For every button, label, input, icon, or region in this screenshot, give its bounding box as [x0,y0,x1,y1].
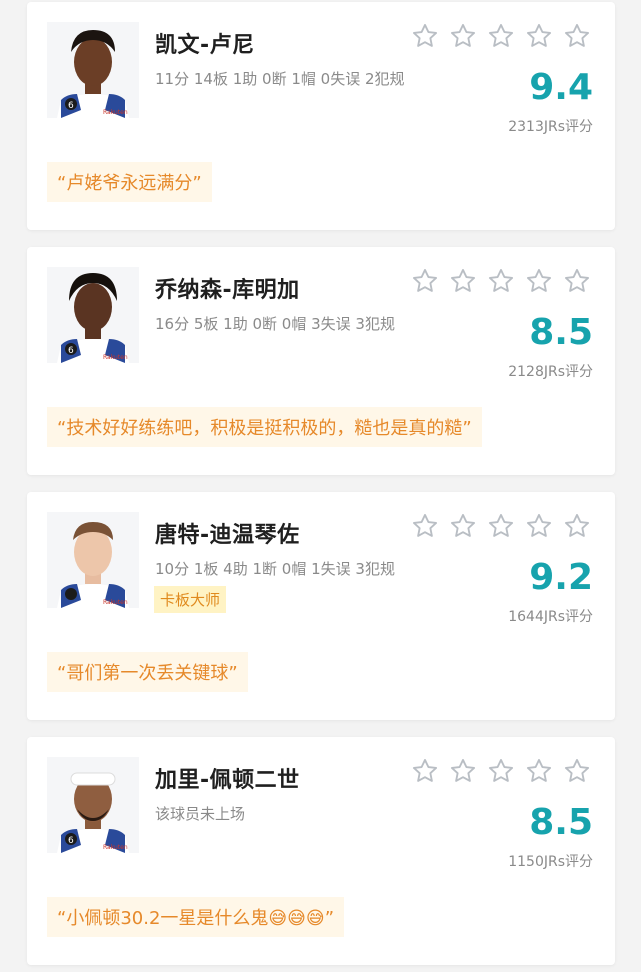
average-score: 8.5 [529,312,593,353]
player-card[interactable]: 6 Rakuten 乔纳森-库明加 16分 5板 1助 0断 0帽 3失误 3犯… [27,247,615,475]
svg-text:6: 6 [68,836,74,846]
top-comment[interactable]: “小佩顿30.2一星是什么鬼😅😅😅” [47,897,345,937]
ratings-count: 2313JRs评分 [508,119,593,135]
rating-stars[interactable] [411,267,591,295]
rating-stars[interactable] [411,512,591,540]
star-outline-icon[interactable] [563,22,591,50]
player-stats: 10分 1板 4助 1断 0帽 1失误 3犯规 [155,560,395,578]
player-avatar: Rakuten [47,512,139,608]
ratings-count: 1644JRs评分 [508,609,593,625]
ratings-count: 2128JRs评分 [508,364,593,380]
average-score: 9.2 [529,557,593,598]
star-outline-icon[interactable] [411,22,439,50]
star-outline-icon[interactable] [449,757,477,785]
star-outline-icon[interactable] [563,512,591,540]
player-name: 唐特-迪温琴佐 [155,523,300,548]
player-card[interactable]: 6 Rakuten 加里-佩顿二世 该球员未上场 8.5 1150JRs评分 “… [27,737,615,965]
rating-stars[interactable] [411,22,591,50]
rating-stars[interactable] [411,757,591,785]
star-outline-icon[interactable] [525,22,553,50]
top-comment[interactable]: “哥们第一次丢关键球” [47,652,248,692]
star-outline-icon[interactable] [563,267,591,295]
svg-text:6: 6 [68,346,74,356]
player-card[interactable]: 6 Rakuten 凯文-卢尼 11分 14板 1助 0断 1帽 0失误 2犯规… [27,2,615,230]
player-name: 乔纳森-库明加 [155,278,300,303]
svg-text:Rakuten: Rakuten [103,844,128,851]
star-outline-icon[interactable] [487,22,515,50]
average-score: 8.5 [529,802,593,843]
top-comment[interactable]: “技术好好练练吧，积极是挺积极的，糙也是真的糙” [47,407,482,447]
player-avatar: 6 Rakuten [47,757,139,853]
star-outline-icon[interactable] [525,512,553,540]
star-outline-icon[interactable] [411,757,439,785]
star-outline-icon[interactable] [525,757,553,785]
star-outline-icon[interactable] [449,22,477,50]
star-outline-icon[interactable] [563,757,591,785]
star-outline-icon[interactable] [487,757,515,785]
svg-text:Rakuten: Rakuten [103,109,128,116]
player-name: 加里-佩顿二世 [155,768,300,793]
star-outline-icon[interactable] [487,512,515,540]
star-outline-icon[interactable] [525,267,553,295]
top-comment[interactable]: “卢姥爷永远满分” [47,162,212,202]
player-stats: 该球员未上场 [155,805,246,823]
player-tag[interactable]: 卡板大师 [154,586,227,613]
svg-text:Rakuten: Rakuten [103,599,128,606]
star-outline-icon[interactable] [449,267,477,295]
average-score: 9.4 [529,67,593,108]
player-stats: 11分 14板 1助 0断 1帽 0失误 2犯规 [155,70,405,88]
star-outline-icon[interactable] [411,267,439,295]
star-outline-icon[interactable] [411,512,439,540]
star-outline-icon[interactable] [449,512,477,540]
player-avatar: 6 Rakuten [47,22,139,118]
svg-text:Rakuten: Rakuten [103,354,128,361]
player-card[interactable]: Rakuten 唐特-迪温琴佐 10分 1板 4助 1断 0帽 1失误 3犯规 … [27,492,615,720]
player-stats: 16分 5板 1助 0断 0帽 3失误 3犯规 [155,315,395,333]
svg-text:6: 6 [68,101,74,111]
player-avatar: 6 Rakuten [47,267,139,363]
ratings-count: 1150JRs评分 [508,854,593,870]
player-name: 凯文-卢尼 [155,33,255,58]
star-outline-icon[interactable] [487,267,515,295]
